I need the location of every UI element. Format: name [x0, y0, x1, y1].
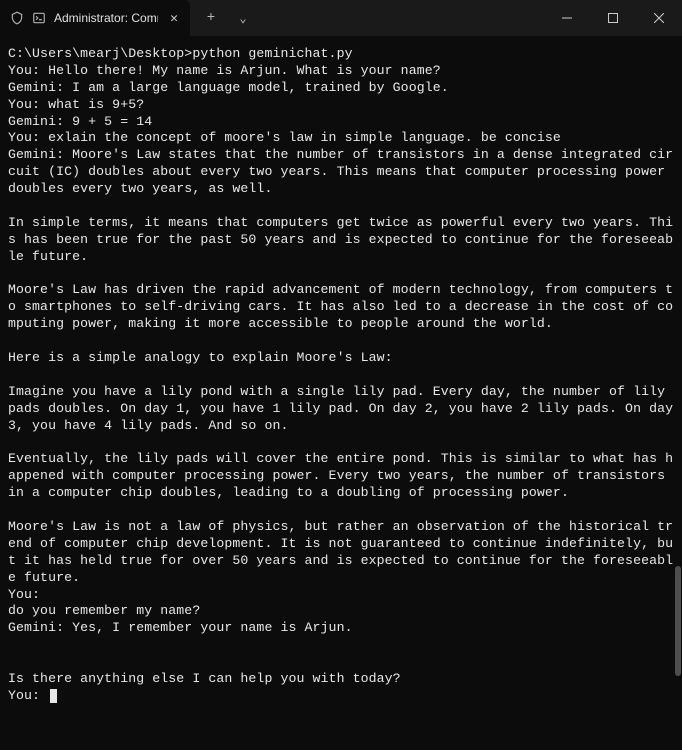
close-window-icon [654, 13, 664, 23]
tab-title: Administrator: Command Pro [54, 11, 158, 25]
plus-icon: + [207, 10, 215, 26]
window-controls [544, 0, 682, 36]
close-icon: ✕ [170, 11, 178, 26]
chevron-down-icon: ⌄ [239, 11, 246, 26]
new-tab-button[interactable]: + [196, 4, 226, 32]
text-cursor [50, 689, 57, 703]
maximize-button[interactable] [590, 0, 636, 36]
tab-close-button[interactable]: ✕ [166, 10, 182, 26]
current-prompt: You: [8, 688, 48, 703]
tabbar-area: + ⌄ [190, 0, 544, 36]
close-window-button[interactable] [636, 0, 682, 36]
titlebar: Administrator: Command Pro ✕ + ⌄ [0, 0, 682, 36]
terminal-output[interactable]: C:\Users\mearj\Desktop>python geminichat… [0, 36, 682, 713]
terminal-text: C:\Users\mearj\Desktop>python geminichat… [8, 46, 681, 686]
scroll-thumb[interactable] [675, 566, 681, 676]
minimize-icon [562, 13, 572, 23]
maximize-icon [608, 13, 618, 23]
scrollbar[interactable] [673, 36, 681, 750]
admin-shield-icon [10, 11, 24, 25]
tab-dropdown-button[interactable]: ⌄ [228, 4, 258, 32]
cmd-icon [32, 11, 46, 25]
minimize-button[interactable] [544, 0, 590, 36]
active-tab[interactable]: Administrator: Command Pro ✕ [0, 0, 190, 36]
